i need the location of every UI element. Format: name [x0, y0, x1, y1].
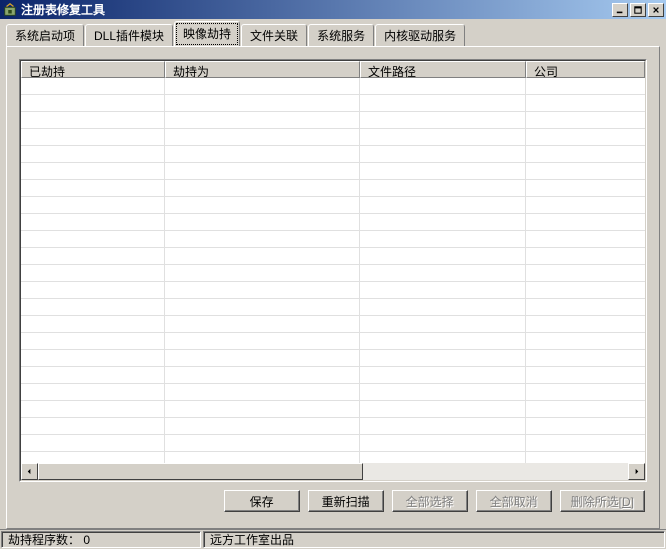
- tab-drivers[interactable]: 内核驱动服务: [375, 24, 465, 47]
- status-hijack-count: 劫持程序数： 0: [1, 531, 201, 548]
- tab-label: 系统服务: [317, 29, 365, 43]
- deselect-all-button[interactable]: 全部取消: [476, 490, 552, 512]
- tab-dll[interactable]: DLL插件模块: [85, 24, 173, 47]
- table-row[interactable]: [21, 333, 645, 350]
- listview[interactable]: 已劫持 劫持为 文件路径 公司: [19, 59, 647, 482]
- button-label: 删除所选[D]: [571, 493, 634, 510]
- table-row[interactable]: [21, 129, 645, 146]
- tab-panel: 已劫持 劫持为 文件路径 公司: [6, 46, 660, 529]
- table-row[interactable]: [21, 265, 645, 282]
- save-button[interactable]: 保存: [224, 490, 300, 512]
- table-row[interactable]: [21, 248, 645, 265]
- table-row[interactable]: [21, 435, 645, 452]
- table-row[interactable]: [21, 146, 645, 163]
- table-row[interactable]: [21, 95, 645, 112]
- table-row[interactable]: [21, 231, 645, 248]
- horizontal-scrollbar[interactable]: [21, 463, 645, 480]
- tab-label: 内核驱动服务: [384, 29, 456, 43]
- maximize-button[interactable]: [630, 3, 646, 17]
- tab-services[interactable]: 系统服务: [308, 24, 374, 47]
- table-row[interactable]: [21, 180, 645, 197]
- column-label: 劫持为: [173, 65, 209, 78]
- column-label: 已劫持: [29, 65, 65, 78]
- scroll-right-button[interactable]: [628, 463, 645, 480]
- scroll-thumb[interactable]: [38, 463, 363, 480]
- table-row[interactable]: [21, 418, 645, 435]
- column-company[interactable]: 公司: [526, 61, 645, 78]
- tab-strip: 系统启动项 DLL插件模块 映像劫持 文件关联 系统服务 内核驱动服务: [6, 25, 660, 46]
- minimize-button[interactable]: [612, 3, 628, 17]
- table-row[interactable]: [21, 78, 645, 95]
- button-label: 全部选择: [406, 493, 454, 510]
- column-filepath[interactable]: 文件路径: [360, 61, 526, 78]
- table-row[interactable]: [21, 299, 645, 316]
- window-title: 注册表修复工具: [21, 1, 612, 18]
- table-row[interactable]: [21, 316, 645, 333]
- close-button[interactable]: [648, 3, 664, 17]
- table-row[interactable]: [21, 112, 645, 129]
- select-all-button[interactable]: 全部选择: [392, 490, 468, 512]
- status-text: 远方工作室出品: [210, 531, 294, 548]
- tab-label: 映像劫持: [183, 27, 231, 41]
- delete-selected-button[interactable]: 删除所选[D]: [560, 490, 645, 512]
- tab-file-assoc[interactable]: 文件关联: [241, 24, 307, 47]
- scroll-left-button[interactable]: [21, 463, 38, 480]
- tab-label: 文件关联: [250, 29, 298, 43]
- table-row[interactable]: [21, 350, 645, 367]
- rescan-button[interactable]: 重新扫描: [308, 490, 384, 512]
- table-row[interactable]: [21, 163, 645, 180]
- button-label: 保存: [250, 493, 274, 510]
- statusbar: 劫持程序数： 0 远方工作室出品: [0, 529, 666, 549]
- listview-header: 已劫持 劫持为 文件路径 公司: [21, 61, 645, 78]
- window-controls: [612, 3, 664, 17]
- button-label: 全部取消: [490, 493, 538, 510]
- status-value: 0: [83, 533, 90, 547]
- titlebar: 注册表修复工具: [0, 0, 666, 19]
- column-hijacked[interactable]: 已劫持: [21, 61, 165, 78]
- status-credit: 远方工作室出品: [203, 531, 665, 548]
- tab-label: DLL插件模块: [94, 29, 164, 43]
- button-label: 重新扫描: [322, 493, 370, 510]
- tab-label: 系统启动项: [15, 29, 75, 43]
- column-label: 公司: [534, 65, 558, 78]
- column-hijack-to[interactable]: 劫持为: [165, 61, 360, 78]
- client-area: 系统启动项 DLL插件模块 映像劫持 文件关联 系统服务 内核驱动服务 已劫持 …: [0, 19, 666, 529]
- status-label: 劫持程序数：: [8, 531, 80, 548]
- tab-image-hijack[interactable]: 映像劫持: [174, 21, 240, 47]
- table-row[interactable]: [21, 282, 645, 299]
- table-row[interactable]: [21, 401, 645, 418]
- button-row: 保存 重新扫描 全部选择 全部取消 删除所选[D]: [19, 482, 647, 520]
- table-row[interactable]: [21, 214, 645, 231]
- table-row[interactable]: [21, 197, 645, 214]
- scroll-track[interactable]: [38, 463, 628, 480]
- tab-startup[interactable]: 系统启动项: [6, 24, 84, 47]
- column-label: 文件路径: [368, 65, 416, 78]
- table-row[interactable]: [21, 367, 645, 384]
- app-icon: [2, 2, 18, 18]
- table-row[interactable]: [21, 384, 645, 401]
- listview-body[interactable]: [21, 78, 645, 463]
